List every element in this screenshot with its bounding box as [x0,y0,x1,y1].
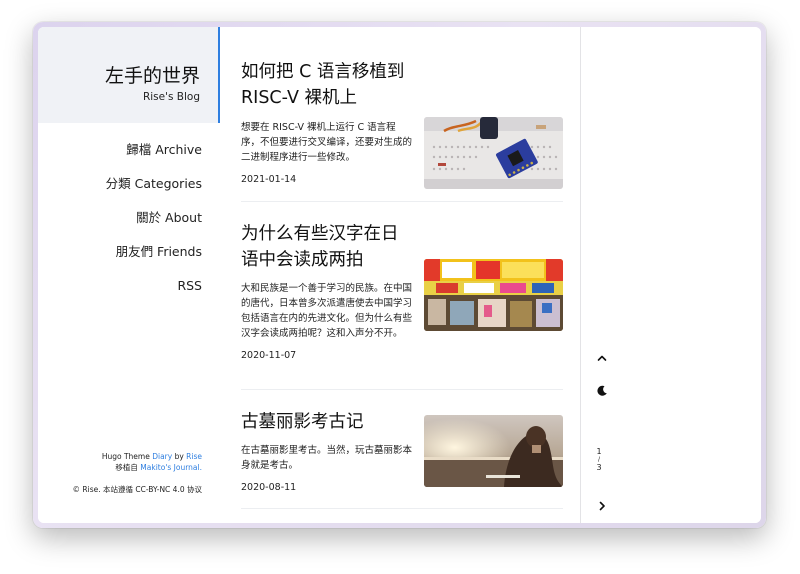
nav-archive[interactable]: 歸檔 Archive [106,133,202,167]
app-window: 左手的世界 Rise's Blog 歸檔 Archive 分類 Categori… [33,22,766,528]
theme-link[interactable]: Diary [152,452,172,461]
journal-link[interactable]: 's Journal. [165,463,202,472]
makito-link[interactable]: Makito [140,463,165,472]
port-credit: 移植自 Makito's Journal. [73,462,202,473]
next-page-button[interactable] [595,499,609,513]
storefront-image [424,259,563,331]
pagination-indicator: 1 / 3 [595,447,603,473]
nav-rss[interactable]: RSS [106,269,202,303]
sidebar: 左手的世界 Rise's Blog 歸檔 Archive 分類 Categori… [38,27,220,523]
post-thumbnail-storefront[interactable] [424,259,563,331]
chevron-up-icon [597,355,607,361]
post-item: 为什么有些汉字在日语中会读成两拍 大和民族是一个善于学习的民族。在中国的唐代，日… [241,221,563,381]
post-excerpt: 想要在 RISC-V 裸机上运行 C 语言程序，不但要进行交叉编译，还要对生成的… [241,122,413,163]
port-credit-prefix: 移植自 [115,463,141,472]
author-link[interactable]: Rise [186,452,202,461]
post-title[interactable]: 如何把 C 语言移植到 RISC-V 裸机上 [241,59,413,111]
post-item: 古墓丽影考古记 在古墓丽影里考古。当然，玩古墓丽影本身就是考古。 2020-08… [241,409,563,509]
post-separator [241,389,563,390]
tomb-raider-image [424,415,563,487]
theme-credit-by: by [172,452,187,461]
post-list: 如何把 C 语言移植到 RISC-V 裸机上 想要在 RISC-V 裸机上运行 … [220,27,580,523]
breadboard-image [424,117,563,189]
post-title[interactable]: 为什么有些汉字在日语中会读成两拍 [241,221,413,273]
theme-credit: Hugo Theme Diary by Rise [73,451,202,462]
sidebar-nav: 歸檔 Archive 分類 Categories 關於 About 朋友們 Fr… [106,133,202,303]
nav-categories[interactable]: 分類 Categories [106,167,202,201]
post-separator [241,508,563,509]
post-thumbnail-tomb-raider[interactable] [424,415,563,487]
post-separator [241,201,563,202]
copyright: © Rise. 本站遵循 CC-BY-NC 4.0 协议 [72,485,202,494]
nav-about[interactable]: 關於 About [106,201,202,235]
moon-icon [597,385,607,396]
sidebar-footer: Hugo Theme Diary by Rise 移植自 Makito's Jo… [73,451,202,495]
post-item: 如何把 C 语言移植到 RISC-V 裸机上 想要在 RISC-V 裸机上运行 … [241,59,563,189]
site-subtitle: Rise's Blog [142,91,200,103]
nav-friends[interactable]: 朋友們 Friends [106,235,202,269]
right-rail: 1 / 3 [581,27,761,523]
dark-mode-toggle[interactable] [595,384,609,398]
post-excerpt: 大和民族是一个善于学习的民族。在中国的唐代，日本曾多次派遣唐使去中国学习包括语言… [241,283,413,339]
browser-viewport: 左手的世界 Rise's Blog 歸檔 Archive 分類 Categori… [38,27,761,523]
post-date: 2020-11-07 [241,350,297,361]
post-excerpt: 在古墓丽影里考古。当然，玩古墓丽影本身就是考古。 [241,445,413,471]
scroll-top-button[interactable] [595,351,609,365]
post-thumbnail-breadboard[interactable] [424,117,563,189]
site-title[interactable]: 左手的世界 [105,61,200,88]
page-total: 3 [596,463,602,472]
post-title[interactable]: 古墓丽影考古记 [241,409,413,435]
chevron-right-icon [599,501,605,511]
site-brand[interactable]: 左手的世界 Rise's Blog [38,27,220,123]
theme-credit-prefix: Hugo Theme [101,452,153,461]
